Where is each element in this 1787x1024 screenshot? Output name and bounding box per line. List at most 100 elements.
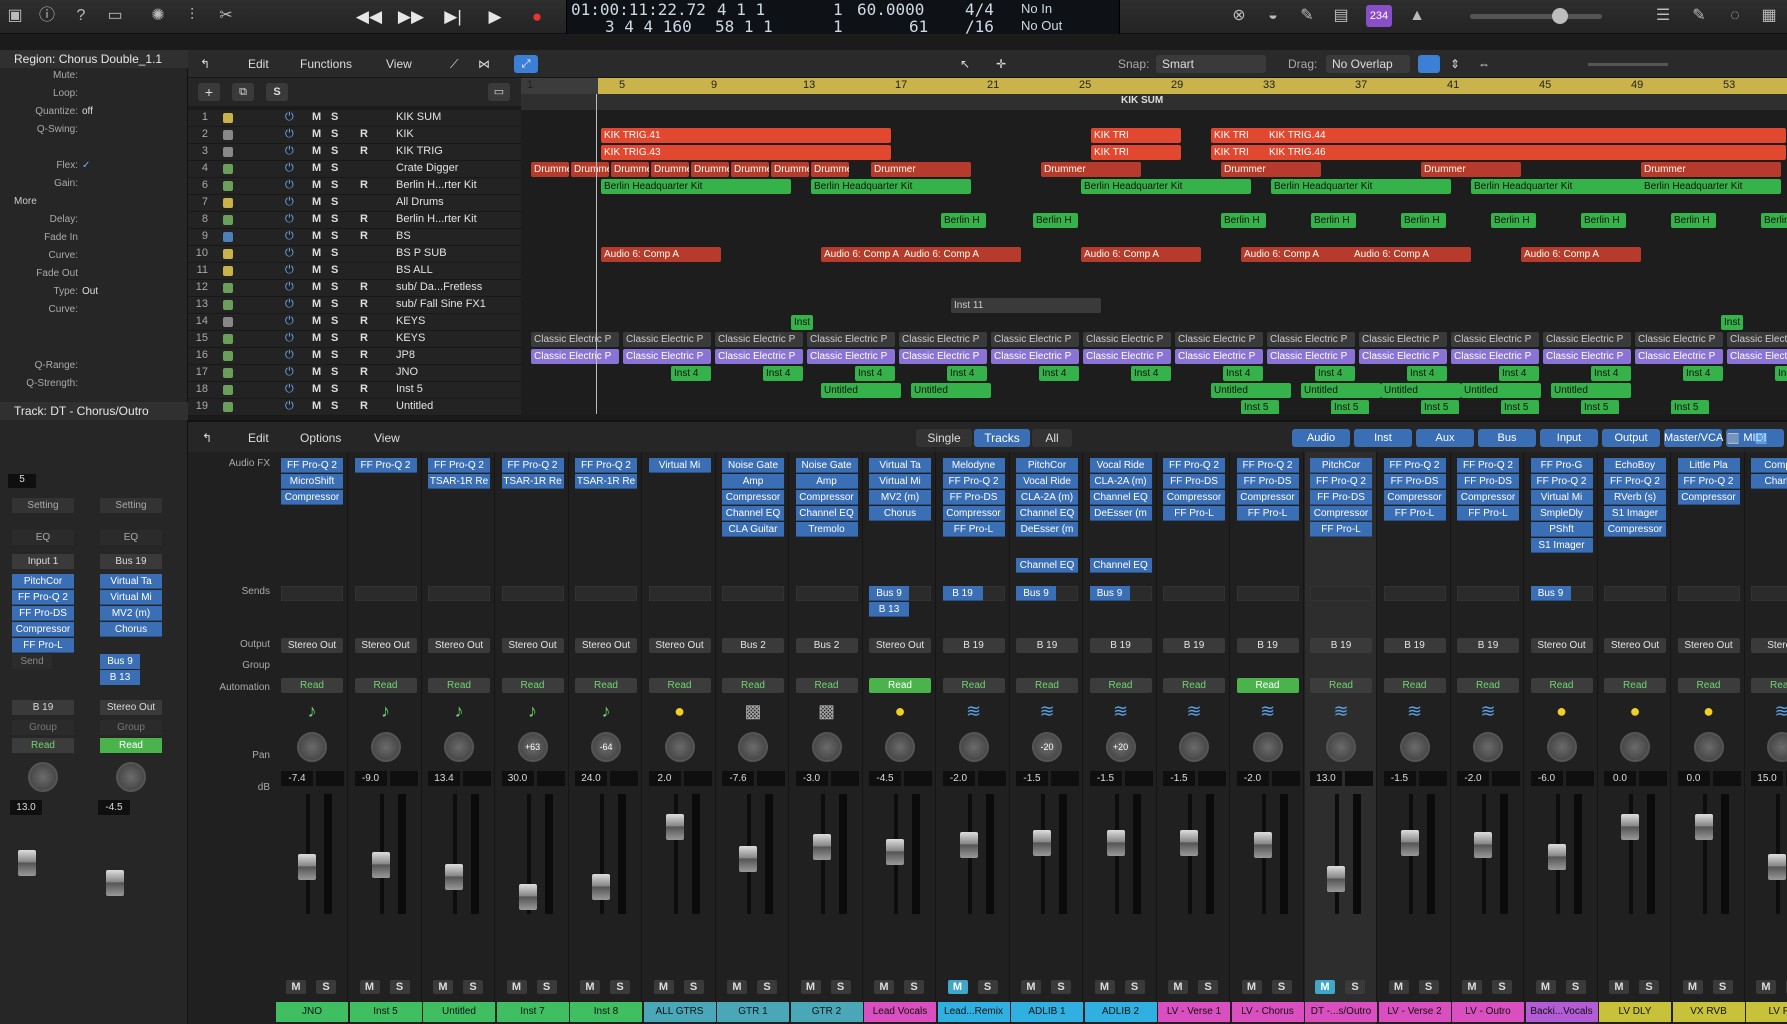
power-icon[interactable]: ⏻: [285, 349, 294, 362]
track-row[interactable]: 6 ⏻ M S R Berlin H...rter Kit: [188, 178, 521, 195]
output-select[interactable]: Stereo Out: [1677, 638, 1740, 653]
plugin-slot[interactable]: PitchCor: [12, 574, 74, 589]
mute-button[interactable]: M: [312, 179, 321, 191]
region[interactable]: Classic Electric P: [1727, 349, 1787, 364]
volume-fader[interactable]: [1621, 814, 1639, 840]
empty-send-slot[interactable]: [1383, 586, 1446, 601]
plugin-slot[interactable]: TSAR-1R Re: [428, 474, 490, 489]
channel-name[interactable]: Inst 8: [570, 1002, 642, 1022]
volume-fader[interactable]: [959, 832, 978, 858]
region[interactable]: Inst 5: [1581, 400, 1619, 414]
output-select[interactable]: Stereo Out: [1604, 638, 1666, 653]
region[interactable]: Untitled: [1301, 383, 1381, 398]
automation-mode[interactable]: Read: [1383, 678, 1446, 693]
plugin-slot[interactable]: FF Pro-Q 2: [1236, 458, 1299, 473]
track-title[interactable]: Track: DT - Chorus/Outro: [0, 402, 188, 420]
setting-button[interactable]: Setting: [12, 498, 74, 513]
add-track-button[interactable]: +: [198, 83, 220, 101]
volume-fader[interactable]: [1253, 832, 1272, 858]
solo-button[interactable]: S: [331, 213, 338, 225]
plugin-slot[interactable]: EchoBoy: [1604, 458, 1666, 473]
mute-button[interactable]: M: [312, 281, 321, 293]
pan-knob[interactable]: [1326, 732, 1356, 762]
mute-button[interactable]: M: [1535, 980, 1556, 994]
record-button[interactable]: ●: [520, 4, 554, 30]
region[interactable]: Classic Electric P: [1359, 332, 1447, 347]
volume-fader[interactable]: [665, 814, 684, 840]
count-badge[interactable]: 234: [1366, 5, 1392, 27]
mute-button[interactable]: M: [312, 247, 321, 259]
plugin-slot[interactable]: FF Pro-L: [942, 522, 1005, 537]
filter-button[interactable]: Inst: [1354, 429, 1412, 447]
pan-knob[interactable]: [370, 732, 401, 762]
count-in-icon[interactable]: ▤: [1330, 5, 1352, 27]
plugin-slot[interactable]: FF Pro-Q 2: [1163, 458, 1225, 473]
plugin-slot[interactable]: TSAR-1R Re: [501, 474, 564, 489]
plugin-slot[interactable]: Compressor: [281, 490, 343, 505]
empty-send-slot[interactable]: [1310, 586, 1372, 601]
solo-button[interactable]: S: [331, 315, 338, 327]
volume-fader[interactable]: [445, 864, 463, 890]
region[interactable]: Classic Electric P: [1543, 332, 1631, 347]
track-name[interactable]: BS P SUB: [396, 247, 447, 259]
region-title[interactable]: Region: Chorus Double_1.1: [0, 50, 188, 68]
region[interactable]: Drummer: [1421, 162, 1521, 177]
pan-knob[interactable]: [1767, 732, 1787, 762]
mixer-options-menu[interactable]: Options: [300, 429, 341, 447]
send-slot[interactable]: B 19: [942, 586, 983, 601]
solo-button[interactable]: S: [331, 332, 338, 344]
mute-button[interactable]: M: [359, 980, 380, 994]
track-name[interactable]: JNO: [396, 366, 418, 378]
smart-controls-icon[interactable]: ✺: [147, 5, 169, 27]
region[interactable]: Drummer: [531, 162, 569, 177]
go-to-end-button[interactable]: ▶|: [436, 4, 470, 30]
output-select[interactable]: B 19: [1163, 638, 1225, 653]
region[interactable]: Drummer: [611, 162, 649, 177]
mute-button[interactable]: M: [1168, 980, 1188, 994]
plugin-slot[interactable]: Tremolo: [795, 522, 858, 537]
region[interactable]: Berlin Headquarter Kit: [601, 179, 791, 194]
empty-send-slot[interactable]: [1604, 586, 1666, 601]
region[interactable]: KIK TRI: [1091, 145, 1181, 160]
region[interactable]: Untitled: [1461, 383, 1541, 398]
drag-select[interactable]: No Overlap: [1326, 55, 1410, 73]
output-select[interactable]: B 19: [942, 638, 1005, 653]
mute-button[interactable]: M: [800, 980, 821, 994]
track-row[interactable]: 13 ⏻ M S R sub/ Fall Sine FX1: [188, 297, 521, 314]
empty-send-slot[interactable]: [1163, 586, 1225, 601]
region[interactable]: Classic Electric P: [1175, 332, 1263, 347]
volume-fader[interactable]: [886, 839, 904, 865]
help-icon[interactable]: ?: [70, 5, 92, 27]
pan-knob[interactable]: [1252, 732, 1283, 762]
volume-fader[interactable]: [592, 874, 610, 900]
plugin-slot[interactable]: FF Pro-L: [1310, 522, 1372, 537]
pan-knob[interactable]: [1179, 732, 1209, 762]
lcd-display[interactable]: 01:00:11:22.72 3 4 4 160 4 1 1 1 58 1 1 …: [566, 0, 1120, 36]
mixer-back-icon[interactable]: ↰: [202, 429, 212, 447]
plugin-slot[interactable]: FF Pro-Q 2: [354, 458, 417, 473]
empty-send-slot[interactable]: [1457, 586, 1519, 601]
volume-fader[interactable]: [1327, 866, 1345, 892]
channel-name[interactable]: ALL GTRS: [643, 1002, 716, 1022]
automation-mode[interactable]: Read: [281, 678, 343, 693]
automation-mode[interactable]: Read: [1310, 678, 1372, 693]
view-menu[interactable]: View: [386, 55, 412, 73]
mute-button[interactable]: M: [312, 349, 321, 361]
pencil-icon[interactable]: ✎: [1296, 5, 1318, 27]
plugin-slot[interactable]: PShft: [1530, 522, 1593, 537]
empty-send-slot[interactable]: [722, 586, 784, 601]
plugin-slot[interactable]: Virtual Mi: [648, 458, 711, 473]
solo-button[interactable]: S: [1639, 980, 1659, 994]
play-button[interactable]: ▶: [478, 4, 512, 30]
track-name[interactable]: BS ALL: [396, 264, 433, 276]
automation-mode[interactable]: Read: [1604, 678, 1666, 693]
track-row[interactable]: 14 ⏻ M S R KEYS: [188, 314, 521, 331]
power-icon[interactable]: ⏻: [285, 298, 294, 311]
plugin-slot[interactable]: FF Pro-Q 2: [428, 458, 490, 473]
power-icon[interactable]: ⏻: [285, 128, 294, 141]
region[interactable]: Berlin Headquarter Kit: [811, 179, 971, 194]
track-name[interactable]: Berlin H...rter Kit: [396, 179, 477, 191]
plugin-slot[interactable]: RVerb (s): [1604, 490, 1666, 505]
record-enable-button[interactable]: R: [360, 349, 368, 361]
solo-button[interactable]: S: [331, 247, 338, 259]
